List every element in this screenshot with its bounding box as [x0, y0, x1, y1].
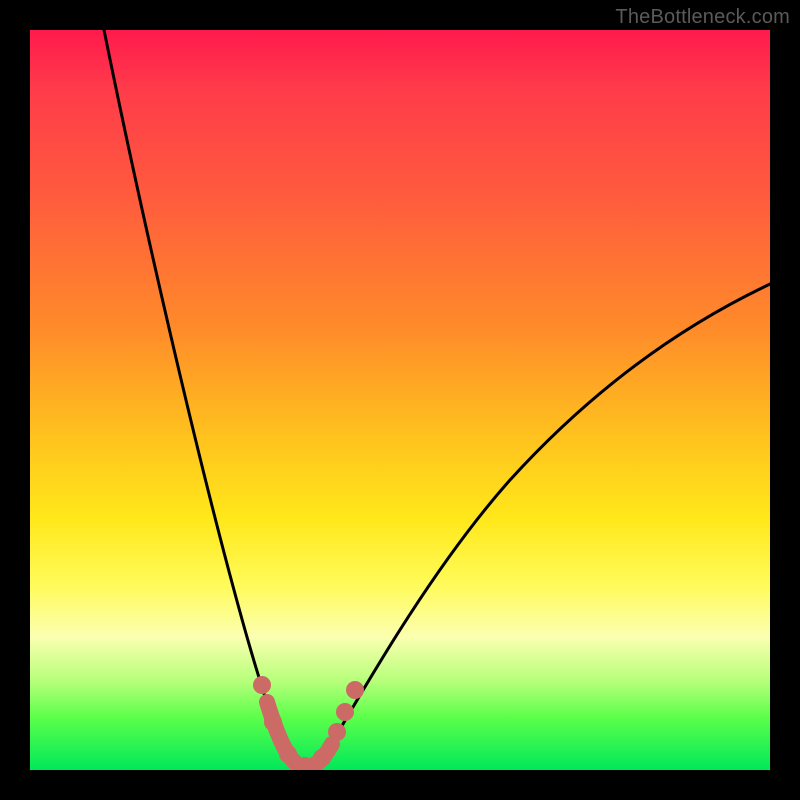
curve-right — [322, 275, 770, 760]
plot-area — [30, 30, 770, 770]
highlight-dot — [253, 676, 271, 694]
watermark-text: TheBottleneck.com — [615, 6, 790, 29]
curve-left — [100, 30, 288, 760]
highlight-dot — [346, 681, 364, 699]
highlight-dot — [279, 745, 297, 763]
highlight-dot — [336, 703, 354, 721]
chart-frame: TheBottleneck.com — [0, 0, 800, 800]
highlight-dot — [328, 723, 346, 741]
bottleneck-curve-svg — [30, 30, 770, 770]
highlight-dot — [264, 713, 282, 731]
highlight-dot — [313, 749, 331, 767]
